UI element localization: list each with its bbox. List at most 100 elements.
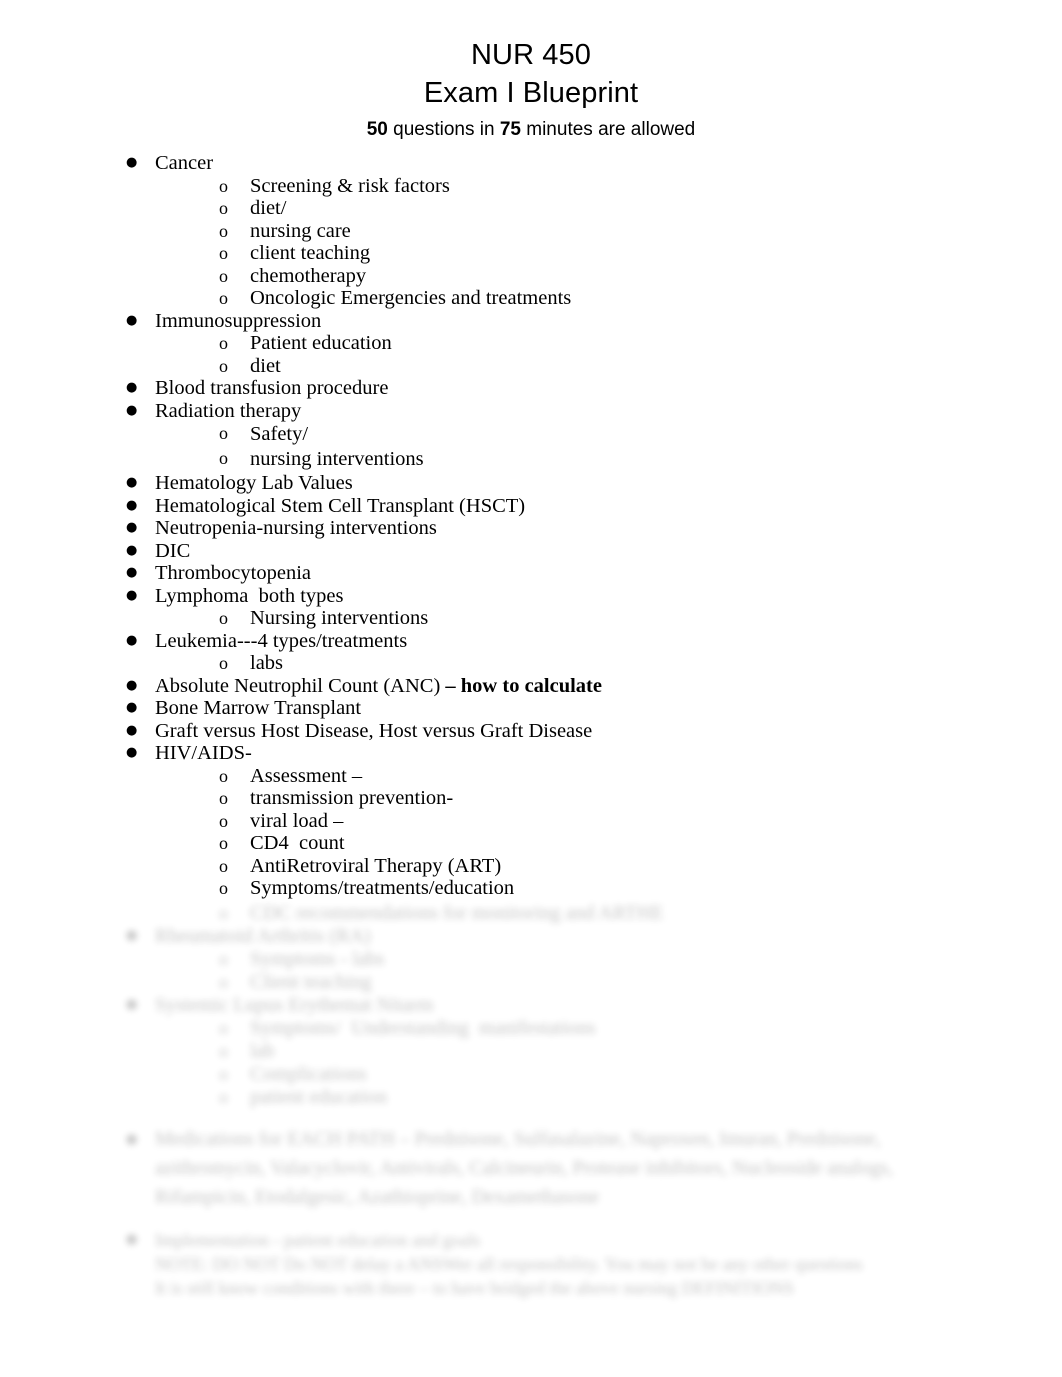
outline-subitem-label: labs (250, 652, 284, 674)
document-page: NUR 450 Exam I Blueprint 50 questions in… (0, 0, 1062, 1377)
outline-item-level-2: o Oncologic Emergencies and treatments (0, 287, 1062, 310)
redacted-paragraph-text: Medications for EACH PATH – Prednisone, … (155, 1127, 894, 1208)
outline-item-level-1: ● Neutropenia-nursing interventions (0, 517, 1062, 540)
circle-bullet-icon: o (219, 653, 228, 673)
circle-bullet-icon: o (219, 902, 228, 923)
exam-summary-line: 50 questions in 75 minutes are allowed (0, 115, 1062, 145)
outline-item-level-1: ● Blood transfusion procedure (0, 377, 1062, 400)
outline-subitem-label: Oncologic Emergencies and treatments (250, 287, 572, 309)
bullet-icon: ● (126, 1231, 138, 1247)
outline-item-label: Radiation therapy (155, 399, 302, 422)
outline-subitem-label: client teaching (250, 242, 371, 264)
circle-bullet-icon: o (219, 788, 228, 808)
redacted-medications-paragraph: ● Medications for EACH PATH – Prednisone… (0, 1125, 1062, 1212)
outline-item-level-2: o Patient education (0, 332, 1062, 355)
circle-bullet-icon: o (219, 448, 228, 468)
outline-item-level-1: ● Radiation therapy (0, 400, 1062, 423)
outline-subitem-label: Symptoms/treatments/education (250, 877, 515, 899)
redacted-closing-line-3: It is still know conditions with there –… (0, 1276, 1062, 1300)
outline-subitem-label: CD4 count (250, 832, 345, 854)
outline-item-level-1: ● Cancer (0, 152, 1062, 175)
outline-item-level-1: ● Leukemia---4 types/treatments (0, 630, 1062, 653)
redacted-outline-section: o CDC recommendations for monitoring and … (0, 902, 1062, 1109)
outline-item-label: Lymphoma both types (155, 584, 344, 607)
circle-bullet-icon: o (219, 265, 228, 286)
bullet-icon: ● (126, 1131, 138, 1147)
redacted-closing-line-2: NOTE: DO NOT Do NOT delay a ANSWer all r… (0, 1252, 1062, 1276)
outline-item-level-1: ● Hematology Lab Values (0, 472, 1062, 495)
outline-item-level-2: o Safety/ (0, 422, 1062, 447)
redacted-outline-label: CDC recommendations for monitoring and A… (250, 901, 664, 924)
outline-item-label: Hematology Lab Values (155, 472, 353, 494)
circle-bullet-icon: o (219, 1086, 228, 1107)
circle-bullet-icon: o (219, 1063, 228, 1084)
circle-bullet-icon: o (219, 971, 228, 992)
outline-subitem-label: Screening & risk factors (250, 174, 450, 197)
outline-item-level-2: o transmission prevention- (0, 787, 1062, 810)
circle-bullet-icon: o (219, 423, 228, 443)
bullet-icon: ● (126, 520, 138, 535)
document-header: NUR 450 Exam I Blueprint 50 questions in… (0, 0, 1062, 145)
circle-bullet-icon: o (219, 1017, 228, 1038)
bullet-icon: ● (126, 542, 138, 558)
outline-item-level-2: o Screening & risk factors (0, 175, 1062, 198)
redacted-closing-section: ● Implementation - patient education and… (0, 1228, 1062, 1300)
bullet-icon: ● (126, 632, 138, 648)
bullet-icon: ● (126, 497, 138, 513)
outline-item-label: Neutropenia-nursing interventions (155, 517, 437, 539)
outline-item-level-1: ● Graft versus Host Disease, Host versus … (0, 720, 1062, 743)
circle-bullet-icon: o (219, 608, 228, 628)
circle-bullet-icon: o (219, 288, 228, 308)
bullet-icon: ● (126, 722, 138, 738)
outline-item-label: Graft versus Host Disease, Host versus G… (155, 719, 593, 742)
outline-item-label: Immunosuppression (155, 309, 322, 332)
redacted-outline-item: o patient education (0, 1086, 1062, 1109)
redacted-outline-item: o lab (0, 1040, 1062, 1063)
redacted-outline-label: Client teaching (250, 970, 372, 993)
outline-item-level-1: ● Absolute Neutrophil Count (ANC) – how t… (0, 675, 1062, 698)
bullet-icon: ● (126, 155, 138, 170)
bullet-icon: ● (126, 745, 138, 760)
circle-bullet-icon: o (219, 810, 228, 831)
outline-subitem-label: chemotherapy (250, 264, 367, 287)
outline-item-label: Cancer (155, 152, 214, 174)
redacted-closing-line-1: ● Implementation - patient education and… (0, 1228, 1062, 1252)
circle-bullet-icon: o (219, 355, 228, 376)
bullet-icon: ● (126, 587, 138, 603)
outline-subitem-label: viral load – (250, 809, 344, 832)
outline-item-label: HIV/AIDS- (155, 742, 252, 764)
circle-bullet-icon: o (219, 855, 228, 876)
redacted-outline-item: o Complications (0, 1063, 1062, 1086)
outline-item-level-2: o nursing care (0, 220, 1062, 243)
redacted-outline-label: patient education (250, 1085, 388, 1108)
bullet-icon: ● (126, 402, 138, 418)
outline-item-level-1: ● Thrombocytopenia (0, 562, 1062, 585)
minute-count: 75 (499, 119, 521, 140)
outline-item-label: Blood transfusion procedure (155, 377, 389, 399)
outline-item-level-1: ● Hematological Stem Cell Transplant (HSC… (0, 495, 1062, 518)
redacted-closing-text-2: NOTE: DO NOT Do NOT delay a ANSWer all r… (155, 1253, 863, 1274)
bullet-icon: ● (126, 565, 138, 580)
redacted-outline-item: o Symptoms/ Understanding manifestations (0, 1017, 1062, 1040)
redacted-list: o CDC recommendations for monitoring and … (0, 902, 1062, 1109)
bullet-icon: ● (126, 312, 138, 328)
summary-mid-text: questions in (387, 119, 500, 140)
bullet-icon: ● (126, 996, 138, 1012)
outline-item-level-2: o client teaching (0, 242, 1062, 265)
circle-bullet-icon: o (219, 948, 228, 969)
redacted-outline-item: o Symptoms - labs (0, 948, 1062, 971)
outline-item-level-2: o Symptoms/treatments/education (0, 877, 1062, 900)
bullet-icon: ● (126, 380, 138, 395)
outline-subitem-label: Assessment – (250, 764, 363, 787)
redacted-outline-item: o Client teaching (0, 971, 1062, 994)
outline-item-level-2: o Assessment – (0, 765, 1062, 788)
circle-bullet-icon: o (219, 220, 228, 241)
outline-item-level-1: ● Lymphoma both types (0, 585, 1062, 608)
redacted-closing-text-1: Implementation - patient education and g… (155, 1229, 481, 1250)
outline-item-level-2: o nursing interventions (0, 447, 1062, 472)
redacted-outline-label: Symptoms - labs (250, 947, 385, 970)
outline-item-level-1: ● HIV/AIDS- (0, 742, 1062, 765)
outline-item-level-1: ● Immunosuppression (0, 310, 1062, 333)
redacted-paragraph-item: ● Medications for EACH PATH – Prednisone… (0, 1125, 1062, 1212)
